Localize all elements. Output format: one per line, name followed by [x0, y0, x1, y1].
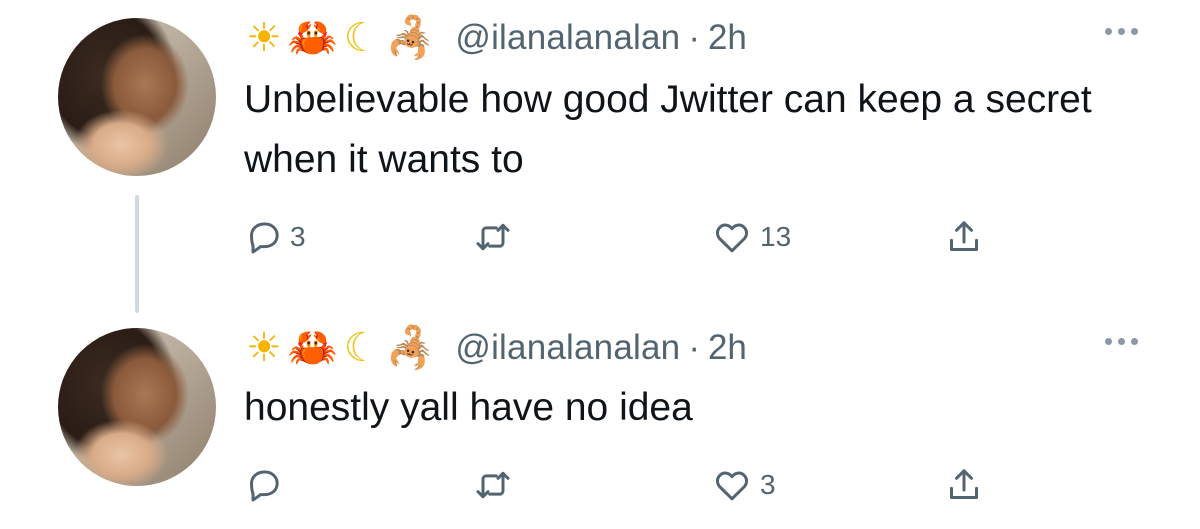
heart-icon — [715, 471, 749, 501]
moon-emoji-icon: ☾ — [343, 325, 380, 371]
separator-dot: · — [688, 328, 700, 367]
like-button[interactable]: 13 — [710, 212, 791, 262]
reply-button[interactable]: 3 — [244, 212, 306, 262]
tweet-header: ☀ 🦀 ☾ 🦂 @ilanalanalan · 2h — [246, 8, 747, 68]
more-options-icon[interactable] — [1105, 338, 1138, 345]
tweet-actions: 3 13 — [244, 212, 1004, 262]
reply-count: 3 — [290, 221, 306, 252]
like-button[interactable]: 3 — [710, 460, 776, 510]
tweet-text: honestly yall have no idea — [244, 386, 693, 429]
heart-icon — [715, 223, 749, 253]
tweet-text: Unbelievable how good Jwitter can keep a… — [244, 78, 1092, 181]
share-icon — [950, 221, 978, 251]
crab-emoji-icon: 🦀 — [287, 325, 338, 371]
avatar[interactable] — [58, 328, 216, 486]
reply-icon — [250, 470, 279, 502]
tweet[interactable]: ☀ 🦀 ☾ 🦂 @ilanalanalan · 2h honestly yall… — [0, 310, 1200, 529]
avatar[interactable] — [58, 18, 216, 176]
share-icon — [950, 469, 978, 499]
scorpion-emoji-icon: 🦂 — [385, 325, 436, 371]
more-options-icon[interactable] — [1105, 28, 1138, 35]
reply-icon — [250, 222, 279, 254]
scorpion-emoji-icon: 🦂 — [385, 15, 436, 61]
retweet-button[interactable] — [472, 460, 520, 510]
share-button[interactable] — [944, 212, 984, 262]
like-count: 3 — [760, 469, 776, 500]
moon-emoji-icon: ☾ — [343, 15, 380, 61]
timestamp[interactable]: 2h — [708, 18, 747, 58]
sun-emoji-icon: ☀ — [246, 15, 282, 61]
user-handle[interactable]: @ilanalanalan — [455, 18, 680, 58]
sun-emoji-icon: ☀ — [246, 325, 282, 371]
retweet-icon — [476, 223, 510, 251]
reply-button[interactable] — [244, 460, 290, 510]
tweet-actions: 3 — [244, 460, 1004, 510]
crab-emoji-icon: 🦀 — [287, 15, 338, 61]
like-count: 13 — [760, 221, 792, 252]
tweet-header: ☀ 🦀 ☾ 🦂 @ilanalanalan · 2h — [246, 318, 747, 378]
retweet-icon — [476, 471, 510, 499]
retweet-button[interactable] — [472, 212, 520, 262]
timestamp[interactable]: 2h — [708, 328, 747, 368]
thread-connector-line — [135, 195, 139, 313]
user-handle[interactable]: @ilanalanalan — [455, 328, 680, 368]
tweet[interactable]: ☀ 🦀 ☾ 🦂 @ilanalanalan · 2h Unbelievable … — [0, 0, 1200, 300]
share-button[interactable] — [944, 460, 984, 510]
separator-dot: · — [688, 18, 700, 57]
